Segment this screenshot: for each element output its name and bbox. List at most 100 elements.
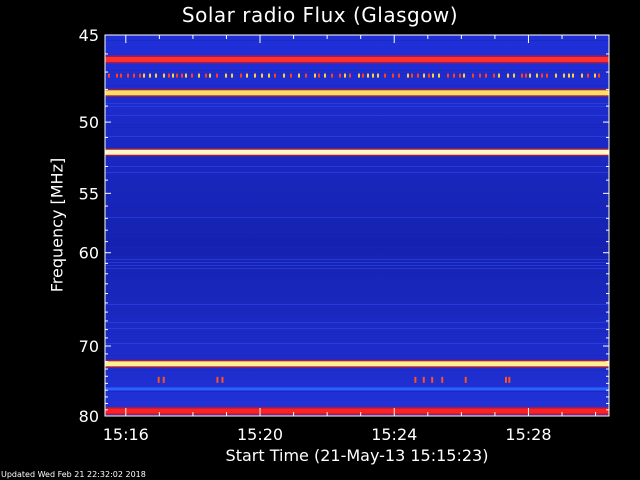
chart: 45 50 55 60 70 80 15:16 15:20 15:24 15:28 (79, 26, 610, 444)
texture-band (105, 313, 609, 314)
burst-dot (417, 73, 419, 78)
burst-dot (185, 73, 187, 78)
chart-title: Solar radio Flux (Glasgow) (181, 3, 459, 27)
texture-band (105, 127, 609, 128)
burst-dot (274, 73, 276, 78)
burst-spike (221, 376, 224, 383)
burst-dot (438, 73, 440, 78)
burst-dot (225, 73, 227, 78)
burst-dot (453, 73, 455, 78)
texture-band (105, 262, 609, 263)
x-tick-label: 15:24 (371, 425, 417, 444)
burst-dot (479, 73, 481, 78)
y-axis-label: Frequency [MHz] (47, 157, 67, 293)
burst-dot (133, 73, 135, 78)
burst-dot (563, 73, 565, 78)
texture-band (105, 217, 609, 218)
burst-dot (407, 73, 409, 78)
burst-dot (459, 73, 461, 78)
texture-band (105, 358, 609, 359)
texture-band (105, 271, 609, 272)
emission-line (105, 387, 609, 391)
burst-spike (414, 376, 417, 383)
texture-band (105, 214, 609, 215)
y-tick-label: 50 (79, 113, 99, 132)
burst-dot (261, 73, 263, 78)
x-tick-label: 15:28 (505, 425, 551, 444)
burst-dot (331, 73, 333, 78)
texture-band (105, 136, 609, 137)
burst-dot (358, 73, 360, 78)
burst-dot (536, 73, 538, 78)
burst-dot (594, 73, 596, 78)
burst-dot (283, 73, 285, 78)
y-tick-label: 55 (79, 184, 99, 203)
burst-dot (318, 73, 320, 78)
burst-dot (172, 73, 174, 78)
burst-dot (367, 73, 369, 78)
burst-dot (176, 73, 178, 78)
burst-dot (344, 73, 346, 78)
burst-spike (422, 376, 425, 383)
burst-dot (305, 73, 307, 78)
texture-band (105, 256, 609, 257)
burst-dot (198, 73, 200, 78)
burst-dot (139, 73, 141, 78)
burst-dot (541, 73, 543, 78)
texture-band (105, 70, 609, 71)
emission-line (105, 408, 609, 414)
texture-band (105, 40, 609, 41)
burst-dot (155, 73, 157, 78)
burst-dot (339, 73, 341, 78)
texture-band (105, 259, 609, 260)
texture-band (105, 274, 609, 275)
burst-dot (362, 73, 364, 78)
texture-band (105, 115, 609, 116)
y-tick-label: 80 (79, 407, 99, 426)
burst-dot (349, 73, 351, 78)
burst-dot (529, 73, 531, 78)
texture-band (105, 298, 609, 299)
y-tick-label: 70 (79, 337, 99, 356)
burst-dot (127, 73, 129, 78)
burst-dot (423, 73, 425, 78)
texture-band (105, 124, 609, 125)
texture-band (105, 343, 609, 344)
burst-dot (498, 73, 500, 78)
burst-dot (372, 73, 374, 78)
burst-dot (546, 73, 548, 78)
burst-spike (431, 376, 434, 383)
texture-band (105, 190, 609, 191)
texture-band (105, 304, 609, 305)
burst-dot (163, 73, 165, 78)
burst-dot (568, 73, 570, 78)
y-tick-label: 60 (79, 244, 99, 263)
burst-dot (149, 73, 151, 78)
burst-dot (493, 73, 495, 78)
texture-band (105, 268, 609, 269)
burst-dot (525, 73, 527, 78)
texture-band (105, 166, 609, 167)
burst-dot (205, 73, 207, 78)
texture-band (105, 322, 609, 323)
burst-dot (108, 73, 110, 78)
texture-band (105, 370, 609, 371)
burst-dot (314, 73, 316, 78)
burst-dot (377, 73, 379, 78)
texture-band (105, 232, 609, 233)
texture-band (105, 355, 609, 356)
emission-line (105, 361, 609, 367)
burst-dot (120, 73, 122, 78)
texture-band (105, 391, 609, 392)
burst-dot (268, 73, 270, 78)
burst-dot (428, 73, 430, 78)
texture-band (105, 328, 609, 329)
x-tick-label: 15:16 (103, 425, 149, 444)
texture-band (105, 85, 609, 86)
burst-dot (581, 73, 583, 78)
texture-band (105, 73, 609, 74)
burst-dot (181, 73, 183, 78)
burst-dot (143, 73, 145, 78)
burst-spike (504, 376, 507, 383)
burst-dot (168, 73, 170, 78)
